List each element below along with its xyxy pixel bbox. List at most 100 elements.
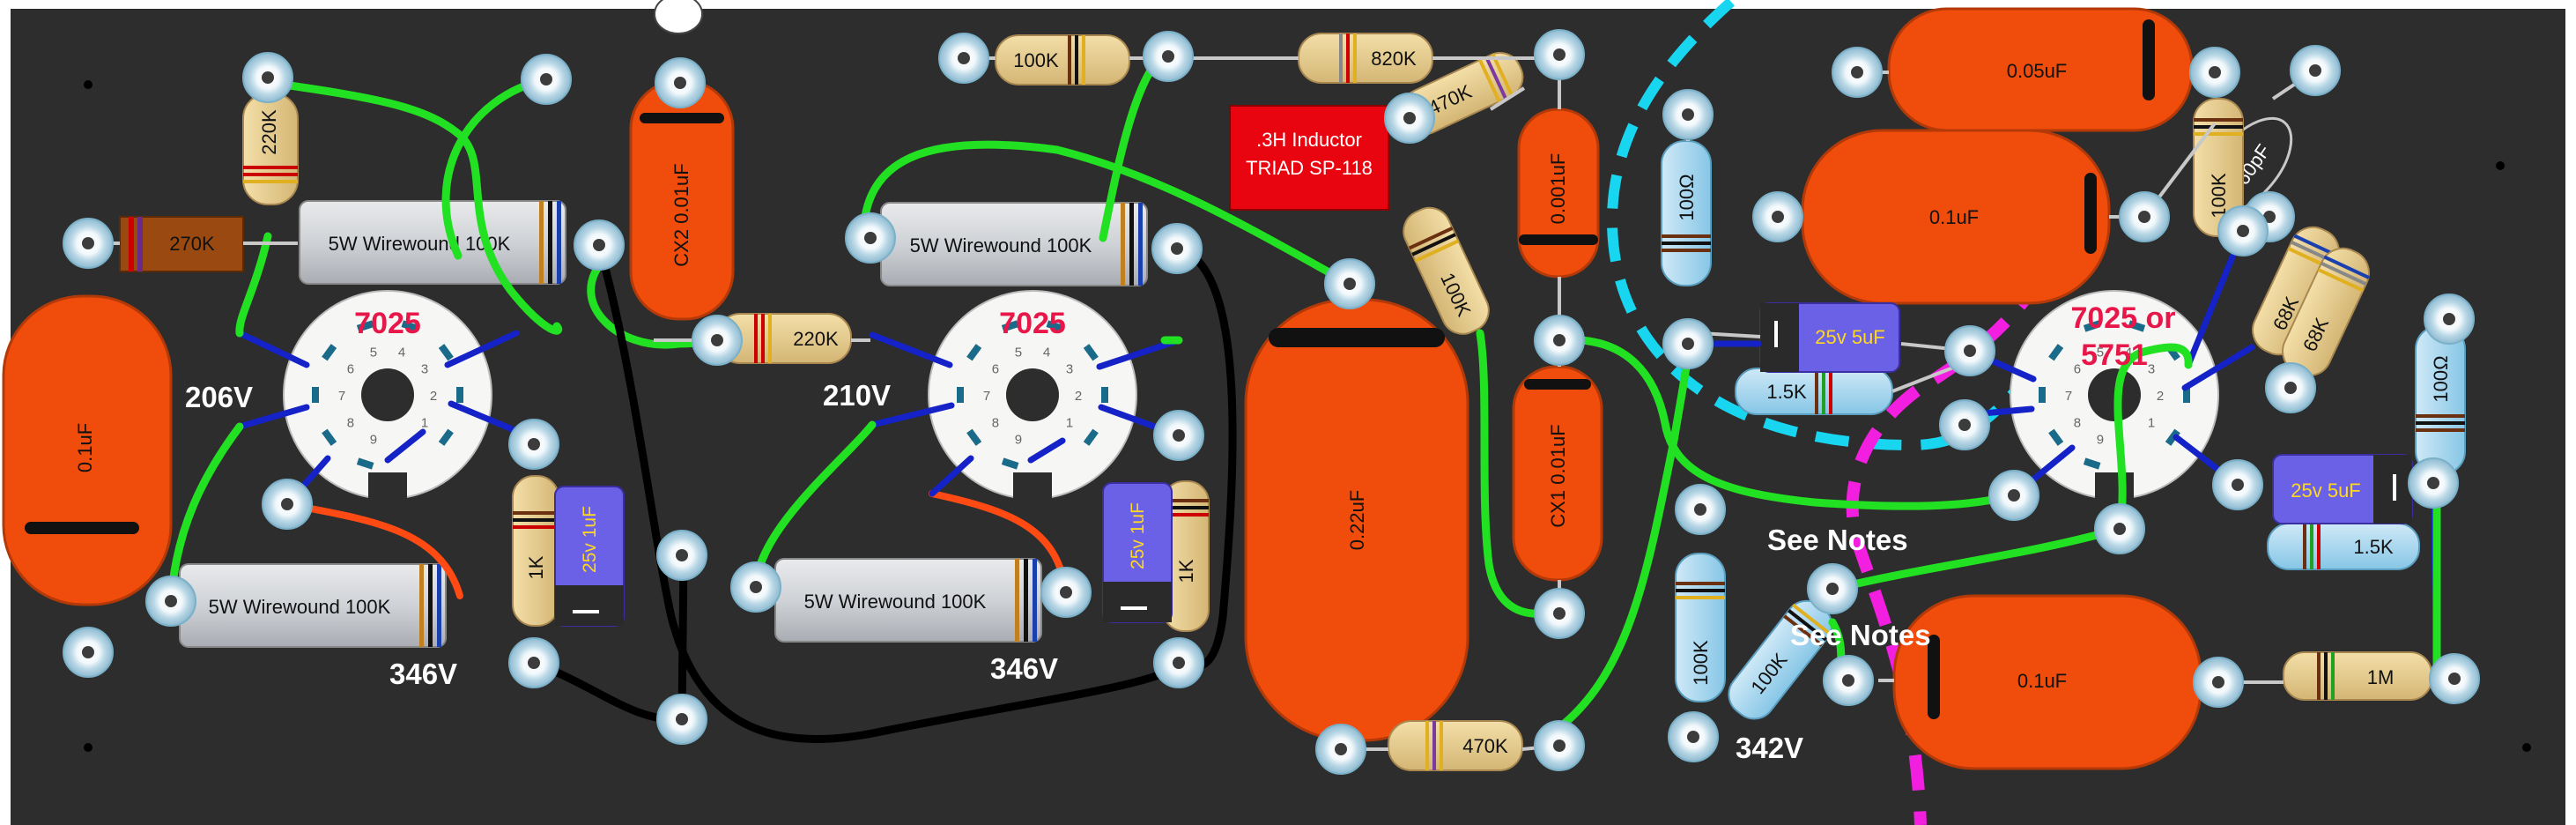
socket-pin-number: 3 xyxy=(1066,361,1073,376)
cap-cx1-label: CX1 0.01uF xyxy=(1547,424,1569,527)
mounting-notch xyxy=(654,0,703,34)
turret-hole xyxy=(281,498,293,510)
socket-pin-number: 5 xyxy=(1015,346,1022,360)
turret-hole xyxy=(711,334,723,346)
resistor-220k-h-label: 220K xyxy=(793,328,839,350)
cap-c-01b-label: 0.1uF xyxy=(2017,670,2067,692)
resistor-15k-a-label: 1.5K xyxy=(1766,381,1807,403)
socket-center-hole xyxy=(1006,368,1059,421)
resistor-ww4: 5W Wirewound 100K xyxy=(774,558,1042,643)
socket-pin-number: 2 xyxy=(2157,389,2164,404)
turret-hole xyxy=(1403,112,1416,124)
socket-pin-number: 1 xyxy=(1066,416,1073,431)
cap-cx1: CX1 0.01uF xyxy=(1512,365,1603,582)
turret-hole xyxy=(165,595,177,607)
turret-hole xyxy=(1851,66,1863,78)
tube-v2-label: 7025 xyxy=(999,307,1066,340)
resistor-470k-bot: 470K xyxy=(1388,720,1523,771)
cap-e4-label: 25v 5uF xyxy=(2291,479,2361,502)
turret-hole xyxy=(676,549,688,561)
cap-e1-label: 25v 1uF xyxy=(580,506,600,573)
cap-c-001-label: 0.001uF xyxy=(1547,153,1569,225)
turret-hole xyxy=(1958,419,1971,431)
cap-e2: 25v 1uF xyxy=(1102,482,1173,623)
socket-key-gap xyxy=(368,472,407,502)
see-notes-2: See Notes xyxy=(1790,619,1931,651)
cap-c-005-label: 0.05uF xyxy=(2007,60,2068,82)
resistor-100ohm-a-label: 100Ω xyxy=(1676,174,1698,220)
see-notes-1: See Notes xyxy=(1767,524,1908,556)
socket-pin-number: 2 xyxy=(430,389,437,404)
turret-hole xyxy=(2113,523,2126,535)
turret-hole xyxy=(750,581,762,593)
turret-hole xyxy=(1694,503,1706,516)
voltage-v2-supply: 346V xyxy=(990,652,1058,685)
turret-hole xyxy=(1772,211,1784,223)
cap-c-big: 0.22uF xyxy=(1244,298,1469,742)
turret-hole xyxy=(1173,429,1185,442)
turret-hole xyxy=(1553,740,1566,752)
cap-e2-label: 25v 1uF xyxy=(1128,502,1148,569)
voltage-v1-supply: 346V xyxy=(389,658,457,690)
socket-pin-number: 1 xyxy=(421,416,428,431)
socket-pin-number: 1 xyxy=(2148,416,2155,431)
resistor-100k-v4: 100K xyxy=(1675,553,1726,702)
tube-v1-label: 7025 xyxy=(354,307,421,340)
inductor-line1: .3H Inductor xyxy=(1256,129,1362,151)
turret-hole xyxy=(262,71,274,84)
resistor-15k-b-label: 1.5K xyxy=(2353,536,2394,558)
circuit-board-layout: 0.1uF CX2 0.01uF 0.22uF 0.001uF CX1 0.01… xyxy=(0,0,2576,825)
inductor: .3H Inductor TRIAD SP-118 xyxy=(1229,105,1389,211)
cap-e4: 25v 5uF xyxy=(2272,454,2413,524)
turret-hole xyxy=(593,239,605,251)
socket-center-hole xyxy=(361,368,414,421)
turret-hole xyxy=(1687,731,1699,743)
turret-hole xyxy=(1964,345,1976,357)
turret-hole xyxy=(2138,211,2150,223)
turret-hole xyxy=(528,438,540,450)
turret-hole xyxy=(1682,108,1694,121)
voltage-v2-plate: 210V xyxy=(823,379,891,412)
turret-hole xyxy=(528,657,540,669)
resistor-15k-a: 1.5K xyxy=(1735,368,1893,415)
resistor-270k: 270K xyxy=(119,216,244,272)
turret-hole xyxy=(1826,583,1839,595)
tube-v3-label-line1: 7025 or xyxy=(2070,301,2175,335)
turret-hole xyxy=(2427,477,2439,489)
turret-hole xyxy=(82,646,94,658)
resistor-100k-top: 100K xyxy=(995,34,1130,85)
voltage-v1-plate: 206V xyxy=(185,381,253,413)
turret-hole xyxy=(2212,676,2224,688)
socket-pin-number: 3 xyxy=(421,361,428,376)
socket-pin-number: 2 xyxy=(1075,389,1082,404)
turret-hole xyxy=(82,237,94,249)
socket-key-gap xyxy=(1013,472,1052,502)
socket-pin-number: 9 xyxy=(2097,432,2104,447)
cap-e3-label: 25v 5uF xyxy=(1815,326,1885,348)
socket-pin-number: 4 xyxy=(1043,346,1050,360)
cap-cx2: CX2 0.01uF xyxy=(629,79,735,321)
turret-hole xyxy=(1162,50,1174,63)
turret-hole xyxy=(958,52,970,64)
tube-v3-label-line2: 5751 xyxy=(2081,338,2148,372)
turret-hole xyxy=(2448,673,2461,685)
resistor-820k: 820K xyxy=(1298,33,1433,84)
resistor-100ohm-b: 100Ω xyxy=(2415,325,2466,475)
socket-pin-number: 9 xyxy=(1015,432,1022,447)
resistor-1k-a: 1K xyxy=(512,475,559,627)
cap-cx2-label: CX2 0.01uF xyxy=(670,163,692,266)
socket-pin-number: 8 xyxy=(2074,416,2081,431)
resistor-100ohm-a: 100Ω xyxy=(1661,140,1712,286)
turret-hole xyxy=(1060,586,1072,598)
resistor-270k-label: 270K xyxy=(169,233,215,255)
resistor-ww1: 5W Wirewound 100K xyxy=(299,200,566,285)
turret-hole xyxy=(1171,242,1183,255)
inductor-line2: TRIAD SP-118 xyxy=(1246,157,1373,179)
resistor-220k-v: 220K xyxy=(242,93,299,205)
resistor-1k-b-label: 1K xyxy=(1175,559,1197,583)
turret-hole xyxy=(1553,607,1566,620)
resistor-ww2-label: 5W Wirewound 100K xyxy=(910,234,1092,256)
resistor-ww3-label: 5W Wirewound 100K xyxy=(209,596,391,618)
cap-c-005: 0.05uF xyxy=(1887,7,2194,132)
resistor-ww3: 5W Wirewound 100K xyxy=(179,563,447,648)
